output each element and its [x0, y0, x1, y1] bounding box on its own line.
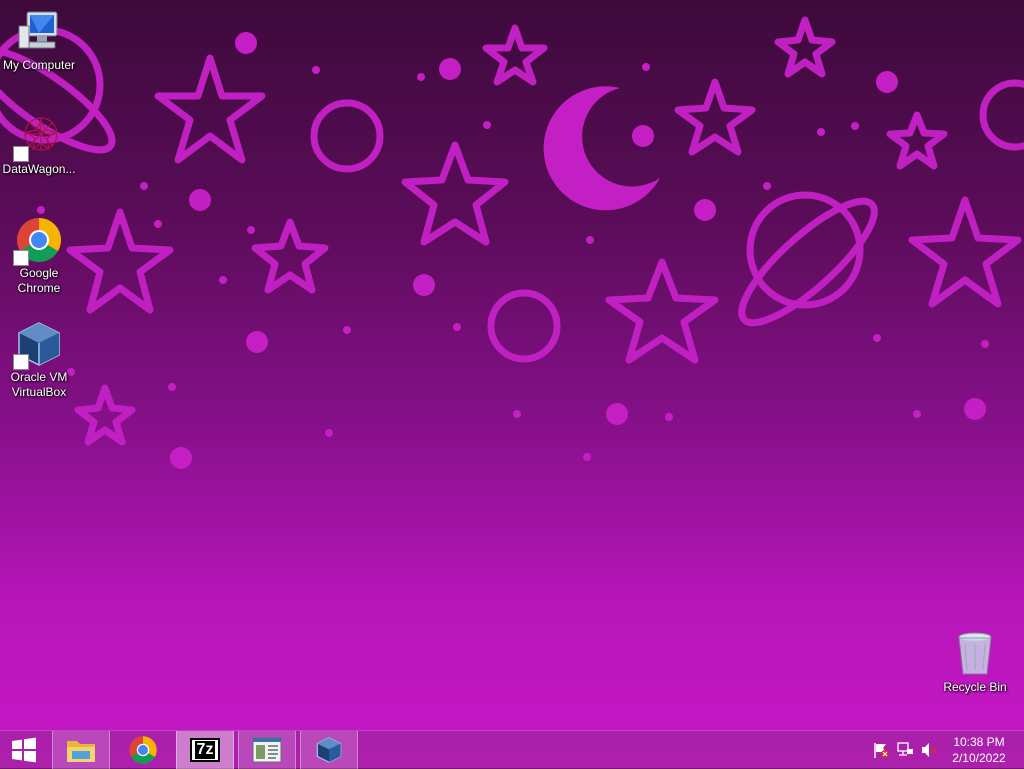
desktop-icon-virtualbox[interactable]: Oracle VM VirtualBox: [0, 320, 78, 400]
crescent-moon-shape: [543, 86, 660, 211]
clock[interactable]: 10:38 PM 2/10/2022: [944, 734, 1014, 766]
shortcut-arrow-icon: [13, 354, 29, 370]
moon-shape: [487, 289, 561, 363]
recycle-bin-icon: [951, 630, 999, 678]
clock-date: 2/10/2022: [952, 751, 1006, 765]
chrome-icon: [129, 736, 157, 764]
star-shape: [251, 218, 329, 294]
icon-label: DataWagon...: [2, 162, 76, 176]
icon-label: Recycle Bin: [943, 680, 1007, 694]
taskbar-file-explorer[interactable]: [52, 731, 110, 769]
shortcut-arrow-icon: [13, 146, 29, 162]
star-shape: [908, 196, 1022, 308]
start-button[interactable]: [0, 731, 48, 769]
star-shape: [886, 111, 948, 170]
taskbar-virtualbox[interactable]: [300, 731, 358, 769]
star-shape: [605, 258, 719, 364]
taskbar-document-window[interactable]: [238, 731, 296, 769]
datawagon-icon: [13, 112, 63, 162]
desktop-icon-recycle-bin[interactable]: Recycle Bin: [936, 630, 1014, 695]
star-shape: [74, 384, 136, 446]
star-shape: [674, 78, 756, 156]
desktop-icon-google-chrome[interactable]: Google Chrome: [0, 216, 78, 296]
action-center-flag-icon[interactable]: [872, 741, 890, 759]
7zip-icon-text: 7z: [194, 741, 216, 759]
icon-label: Oracle VM VirtualBox: [10, 370, 68, 399]
my-computer-icon: [15, 8, 63, 56]
taskbar-chrome[interactable]: [114, 731, 172, 769]
document-window-icon: [252, 737, 282, 763]
google-chrome-icon: [13, 216, 63, 266]
desktop-icon-datawagon[interactable]: DataWagon...: [0, 112, 78, 177]
shortcut-arrow-icon: [13, 250, 29, 266]
system-tray: [872, 731, 938, 769]
star-shape: [401, 141, 509, 246]
star-shape: [482, 24, 548, 86]
clock-time: 10:38 PM: [953, 735, 1005, 749]
file-explorer-icon: [67, 741, 95, 762]
taskbar-7zip[interactable]: 7z: [176, 731, 234, 769]
desktop-icon-my-computer[interactable]: My Computer: [0, 8, 78, 73]
planet-shape: [746, 191, 864, 309]
star-shape: [774, 16, 836, 78]
taskbar: 7z 10:38 PM 2/10/2022: [0, 730, 1024, 769]
7zip-icon: 7z: [190, 738, 220, 762]
windows-logo-icon: [12, 737, 36, 763]
star-shape: [66, 208, 174, 314]
moon-shape: [979, 79, 1024, 151]
virtualbox-icon: [316, 737, 342, 763]
wallpaper: [0, 16, 1024, 469]
icon-label: Google Chrome: [17, 266, 61, 295]
network-icon[interactable]: [896, 741, 914, 759]
moon-shape: [310, 99, 384, 173]
star-shape: [154, 54, 266, 164]
icon-label: My Computer: [2, 58, 76, 72]
virtualbox-icon: [13, 320, 63, 370]
volume-muted-icon[interactable]: [920, 741, 938, 759]
